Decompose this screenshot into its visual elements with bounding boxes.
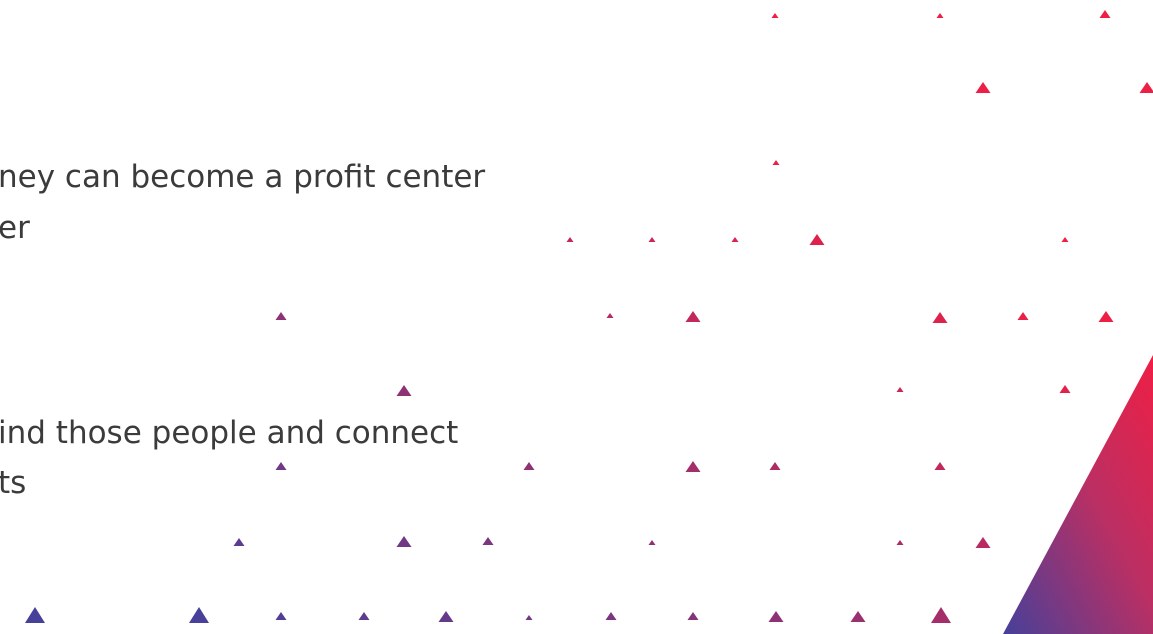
triangle-dot — [771, 13, 779, 18]
triangle-dot — [772, 160, 780, 165]
triangle-dot — [189, 607, 209, 623]
bullet-line-1: ney can become a profit center — [0, 159, 486, 195]
triangle-dot — [358, 612, 370, 620]
triangle-dot — [233, 538, 245, 546]
triangle-dot — [685, 311, 701, 322]
triangle-dot — [1017, 312, 1029, 320]
triangle-dot — [1139, 82, 1153, 93]
triangle-dot — [768, 611, 784, 622]
triangle-dot — [275, 312, 287, 320]
bullet-line-4: ts — [0, 465, 27, 501]
triangle-dot — [25, 607, 45, 623]
triangle-dot — [934, 462, 946, 470]
triangle-dot — [648, 540, 656, 545]
triangle-dots — [25, 10, 1153, 623]
slide-canvas: ney can become a profit center er ind th… — [0, 0, 1153, 634]
triangle-dot — [482, 537, 494, 545]
triangle-dot — [275, 612, 287, 620]
triangle-dot — [1061, 237, 1069, 242]
triangle-dot — [975, 537, 991, 548]
triangle-dot — [605, 612, 617, 620]
triangle-dot — [931, 607, 951, 623]
triangle-dot — [896, 540, 904, 545]
triangle-dot — [809, 234, 825, 245]
triangle-dot — [896, 387, 904, 392]
triangle-dot — [566, 237, 574, 242]
triangle-dot — [523, 462, 535, 470]
triangle-dot — [438, 611, 454, 622]
bullet-line-2: er — [0, 210, 30, 246]
triangle-dot — [525, 615, 533, 620]
triangle-dot — [1059, 385, 1071, 393]
triangle-dot — [731, 237, 739, 242]
triangle-dot — [606, 313, 614, 318]
triangle-dot — [769, 462, 781, 470]
triangle-dot — [275, 462, 287, 470]
triangle-dot — [648, 237, 656, 242]
gradient-triangle-shape — [1003, 355, 1153, 634]
decorative-triangle-pattern — [25, 10, 1153, 634]
triangle-dot — [687, 612, 699, 620]
triangle-dot — [396, 385, 412, 396]
triangle-dot — [936, 13, 944, 18]
triangle-dot — [1098, 311, 1114, 322]
triangle-dot — [975, 82, 991, 93]
triangle-dot — [850, 611, 866, 622]
triangle-dot — [685, 461, 701, 472]
triangle-dot — [932, 312, 948, 323]
bullet-line-3: ind those people and connect — [0, 415, 459, 451]
triangle-dot — [396, 536, 412, 547]
triangle-dot — [1099, 10, 1111, 18]
